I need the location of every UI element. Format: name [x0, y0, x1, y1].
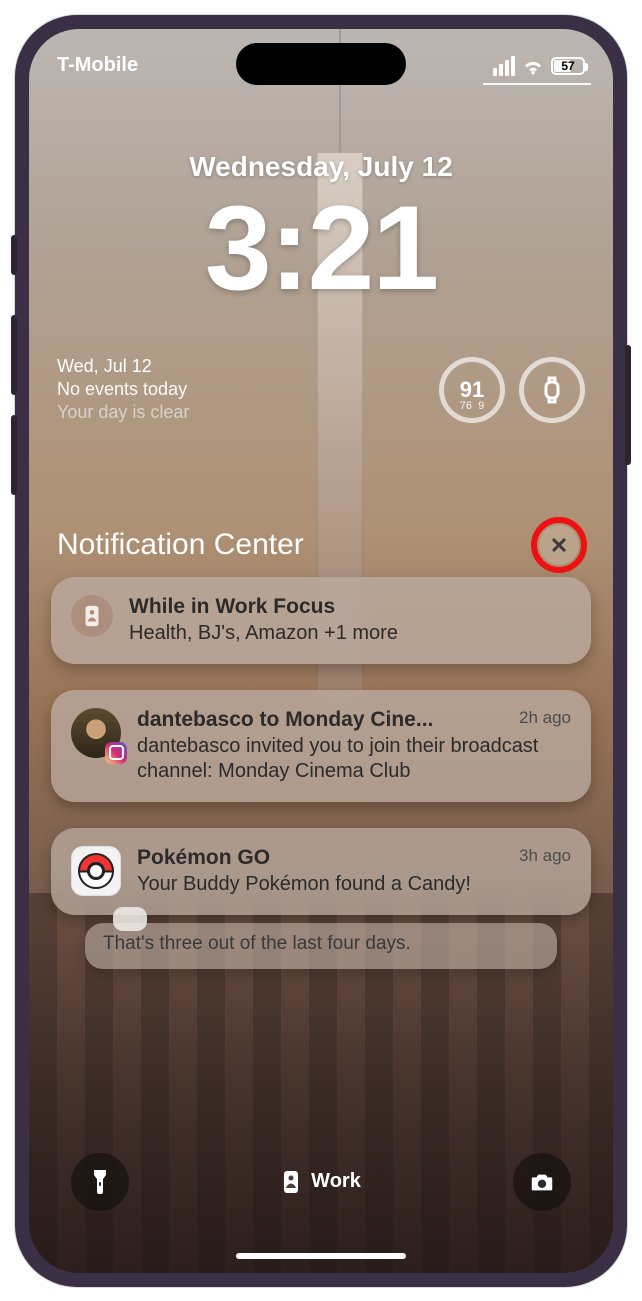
watch-icon: [540, 376, 564, 404]
home-indicator[interactable]: [236, 1253, 406, 1259]
weather-widget[interactable]: 91 76 9: [439, 357, 505, 423]
app-icon-pokemon-go: [71, 846, 121, 896]
notification-card[interactable]: dantebasco to Monday Cine... 2h ago dant…: [51, 690, 591, 802]
peek-app-icon: [113, 907, 147, 931]
calendar-date: Wed, Jul 12: [57, 355, 189, 378]
notification-title: Pokémon GO: [137, 846, 270, 870]
notification-body: Health, BJ's, Amazon +1 more: [129, 621, 571, 646]
focus-label: Work: [311, 1170, 361, 1193]
power-button[interactable]: [625, 345, 631, 465]
notification-body: That's three out of the last four days.: [103, 933, 411, 954]
lock-screen[interactable]: T-Mobile 57 Wednesday, July 12 3:21 Wed,…: [29, 29, 613, 1273]
lock-time: 3:21: [29, 179, 613, 317]
battery-percent: 57: [561, 59, 574, 73]
notification-time: 3h ago: [519, 846, 571, 870]
sender-avatar: [71, 708, 121, 758]
phone-frame: T-Mobile 57 Wednesday, July 12 3:21 Wed,…: [15, 15, 627, 1287]
instagram-icon: [105, 742, 127, 764]
watch-widget[interactable]: [519, 357, 585, 423]
focus-indicator[interactable]: Work: [261, 1159, 381, 1205]
calendar-widget[interactable]: Wed, Jul 12 No events today Your day is …: [57, 355, 189, 425]
calendar-line3: Your day is clear: [57, 401, 189, 424]
notification-title: While in Work Focus: [129, 595, 571, 619]
carrier-label: T-Mobile: [57, 54, 138, 77]
lock-dock: Work: [29, 1153, 613, 1211]
status-bar: T-Mobile 57: [29, 51, 613, 81]
calendar-line2: No events today: [57, 378, 189, 401]
notification-time: 2h ago: [519, 708, 571, 732]
camera-button[interactable]: [513, 1153, 571, 1211]
camera-icon: [529, 1167, 555, 1197]
lock-widgets: Wed, Jul 12 No events today Your day is …: [57, 355, 585, 425]
wifi-icon: [521, 57, 545, 75]
notification-body: dantebasco invited you to join their bro…: [137, 734, 571, 784]
flashlight-icon: [87, 1167, 113, 1197]
stacked-notification-peek[interactable]: That's three out of the last four days.: [85, 923, 557, 969]
focus-summary-card[interactable]: While in Work Focus Health, BJ's, Amazon…: [51, 577, 591, 664]
weather-low: 76: [460, 400, 472, 412]
work-focus-icon: [281, 1169, 301, 1195]
mute-switch[interactable]: [11, 235, 17, 275]
close-icon: [550, 536, 568, 554]
notification-center-title: Notification Center: [57, 528, 304, 562]
notification-body: Your Buddy Pokémon found a Candy!: [137, 872, 571, 897]
status-underline: [483, 83, 591, 85]
battery-indicator: 57: [551, 57, 585, 75]
notification-stack: While in Work Focus Health, BJ's, Amazon…: [51, 577, 591, 961]
cellular-signal-icon: [493, 56, 515, 76]
clear-all-button[interactable]: [539, 525, 579, 565]
notification-card[interactable]: Pokémon GO 3h ago Your Buddy Pokémon fou…: [51, 828, 591, 915]
volume-up-button[interactable]: [11, 315, 17, 395]
weather-high: 9: [478, 400, 484, 412]
notification-title: dantebasco to Monday Cine...: [137, 708, 433, 732]
focus-badge-icon: [71, 595, 113, 637]
flashlight-button[interactable]: [71, 1153, 129, 1211]
pokeball-icon: [78, 853, 114, 889]
volume-down-button[interactable]: [11, 415, 17, 495]
